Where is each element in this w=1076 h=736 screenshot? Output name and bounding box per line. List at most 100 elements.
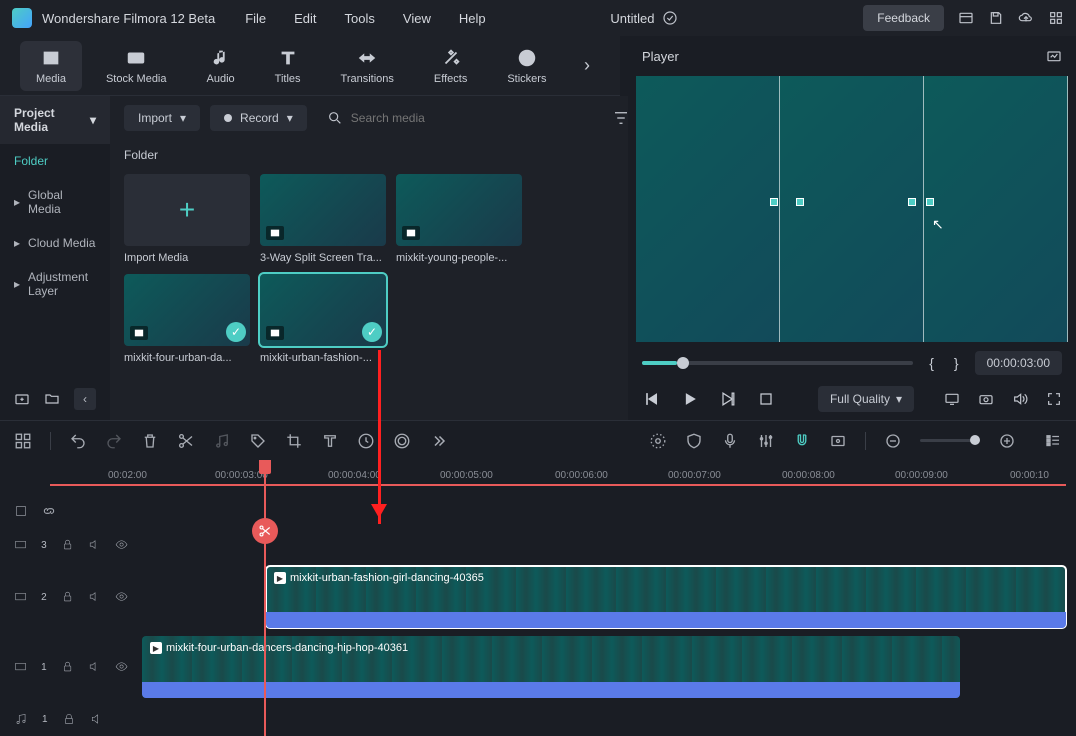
layout-tool-icon[interactable]: [14, 432, 32, 450]
media-card[interactable]: ✓ mixkit-four-urban-da...: [124, 274, 250, 364]
split-icon[interactable]: [177, 432, 195, 450]
text-tool-icon[interactable]: [321, 432, 339, 450]
menu-view[interactable]: View: [403, 11, 431, 26]
grid-icon[interactable]: [1048, 10, 1064, 26]
scissors-icon[interactable]: [252, 518, 278, 544]
snapshot-icon[interactable]: [1046, 48, 1062, 64]
menu-help[interactable]: Help: [459, 11, 486, 26]
search-box[interactable]: [317, 110, 602, 126]
mute-icon[interactable]: [88, 590, 101, 604]
menu-tools[interactable]: Tools: [345, 11, 375, 26]
track-view-icon[interactable]: [1044, 432, 1062, 450]
lock-icon[interactable]: [61, 590, 74, 604]
prev-frame-button[interactable]: [642, 389, 662, 409]
sidebar-header[interactable]: Project Media ▾: [0, 96, 110, 144]
zoom-in-icon[interactable]: [998, 432, 1016, 450]
mark-out-button[interactable]: }: [950, 355, 963, 371]
menu-file[interactable]: File: [245, 11, 266, 26]
timecode[interactable]: 00:00:03:00: [975, 351, 1062, 375]
tab-effects[interactable]: Effects: [418, 41, 483, 91]
sidebar-item-folder[interactable]: Folder: [0, 144, 110, 178]
tab-stock[interactable]: Stock Media: [90, 41, 183, 91]
lock-icon[interactable]: [62, 712, 76, 726]
seek-bar[interactable]: [642, 361, 913, 365]
media-card[interactable]: 3-Way Split Screen Tra...: [260, 174, 386, 264]
save-icon[interactable]: [988, 10, 1004, 26]
tab-transitions[interactable]: Transitions: [325, 41, 410, 91]
import-dropdown[interactable]: Import▾: [124, 105, 200, 131]
fullscreen-icon[interactable]: [1046, 391, 1062, 407]
mic-icon[interactable]: [721, 432, 739, 450]
shield-icon[interactable]: [685, 432, 703, 450]
media-card[interactable]: mixkit-young-people-...: [396, 174, 522, 264]
crop-icon[interactable]: [285, 432, 303, 450]
music-tool-icon[interactable]: [213, 432, 231, 450]
search-input[interactable]: [351, 111, 592, 125]
transform-handle[interactable]: [926, 198, 934, 206]
marker-add-icon[interactable]: [829, 432, 847, 450]
timeline[interactable]: 00:02:00 00:00:03:00 00:00:04:00 00:00:0…: [0, 460, 1076, 736]
magnet-icon[interactable]: [793, 432, 811, 450]
visibility-icon[interactable]: [115, 538, 128, 552]
mute-icon[interactable]: [88, 538, 101, 552]
mute-icon[interactable]: [88, 660, 101, 674]
undo-icon[interactable]: [69, 432, 87, 450]
lock-icon[interactable]: [61, 660, 74, 674]
cloud-upload-icon[interactable]: [1018, 10, 1034, 26]
player-preview[interactable]: ↖: [636, 76, 1068, 342]
record-dropdown[interactable]: Record▾: [210, 105, 307, 131]
speed-icon[interactable]: [357, 432, 375, 450]
link-icon[interactable]: [42, 504, 56, 518]
transform-handle[interactable]: [908, 198, 916, 206]
tab-titles-label: Titles: [275, 73, 301, 85]
cloud-sync-icon[interactable]: [662, 10, 678, 26]
visibility-icon[interactable]: [115, 660, 128, 674]
volume-icon[interactable]: [1012, 391, 1028, 407]
sidebar-item-global[interactable]: ▸Global Media: [0, 178, 110, 226]
zoom-slider[interactable]: [920, 439, 980, 442]
next-frame-button[interactable]: [718, 389, 738, 409]
more-tools-icon[interactable]: [429, 432, 447, 450]
tab-audio[interactable]: Audio: [191, 41, 251, 91]
menu-edit[interactable]: Edit: [294, 11, 316, 26]
playhead[interactable]: [264, 460, 266, 736]
zoom-knob[interactable]: [970, 435, 980, 445]
track-settings-icon[interactable]: [14, 504, 28, 518]
media-card[interactable]: ✓ mixkit-urban-fashion-...: [260, 274, 386, 364]
sidebar-item-cloud[interactable]: ▸Cloud Media: [0, 226, 110, 260]
project-title[interactable]: Untitled: [610, 11, 654, 26]
prev-page-icon[interactable]: ‹: [74, 388, 96, 410]
quality-dropdown[interactable]: Full Quality▾: [818, 386, 914, 412]
sidebar-item-adjustment[interactable]: ▸Adjustment Layer: [0, 260, 110, 308]
lock-icon[interactable]: [61, 538, 74, 552]
timeline-ruler[interactable]: 00:02:00 00:00:03:00 00:00:04:00 00:00:0…: [0, 460, 1076, 490]
visibility-icon[interactable]: [115, 590, 128, 604]
timeline-clip[interactable]: mixkit-urban-fashion-girl-dancing-40365: [266, 566, 1066, 628]
layout-icon[interactable]: [958, 10, 974, 26]
mute-icon[interactable]: [90, 712, 104, 726]
tab-titles[interactable]: Titles: [259, 41, 317, 91]
new-folder-icon[interactable]: [14, 391, 30, 407]
camera-icon[interactable]: [978, 391, 994, 407]
folder-icon[interactable]: [44, 391, 60, 407]
redo-icon[interactable]: [105, 432, 123, 450]
settings-gear-icon[interactable]: [649, 432, 667, 450]
main-menu: File Edit Tools View Help: [245, 11, 485, 26]
transform-handle[interactable]: [796, 198, 804, 206]
seek-knob[interactable]: [677, 357, 689, 369]
transform-handle[interactable]: [770, 198, 778, 206]
mixer-icon[interactable]: [757, 432, 775, 450]
display-icon[interactable]: [944, 391, 960, 407]
play-button[interactable]: [680, 389, 700, 409]
feedback-button[interactable]: Feedback: [863, 5, 944, 31]
color-icon[interactable]: [393, 432, 411, 450]
mark-in-button[interactable]: {: [925, 355, 938, 371]
tag-icon[interactable]: [249, 432, 267, 450]
tabs-more-icon[interactable]: ›: [574, 55, 600, 76]
import-card[interactable]: + Import Media: [124, 174, 250, 264]
stop-button[interactable]: [756, 389, 776, 409]
zoom-out-icon[interactable]: [884, 432, 902, 450]
tab-stickers[interactable]: Stickers: [491, 41, 562, 91]
tab-media[interactable]: Media: [20, 41, 82, 91]
delete-icon[interactable]: [141, 432, 159, 450]
